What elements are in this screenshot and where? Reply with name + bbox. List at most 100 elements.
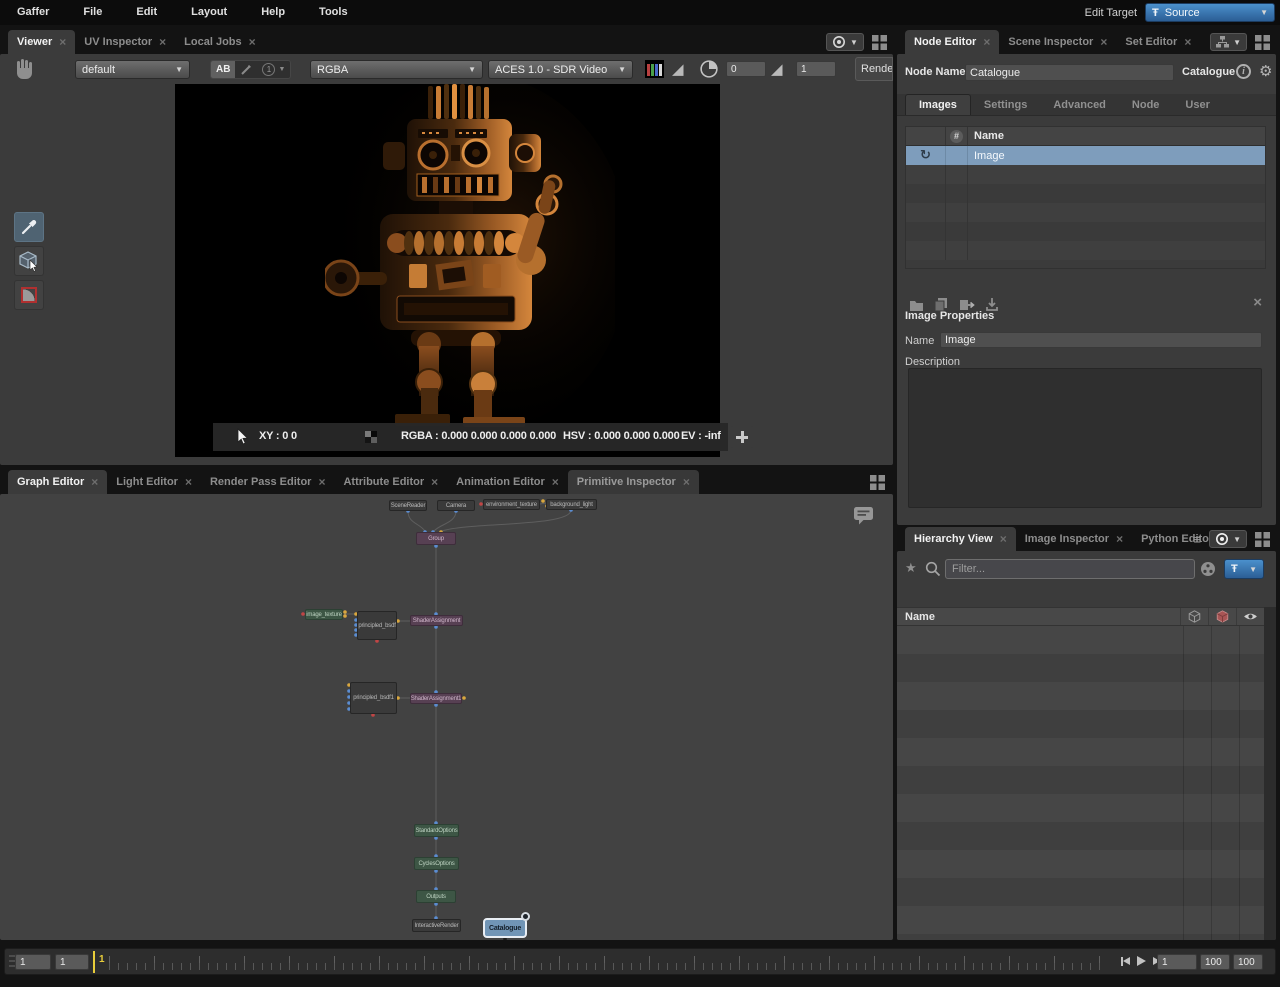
aperture-icon[interactable]	[700, 60, 718, 78]
graph-node[interactable]: SceneReader	[389, 500, 427, 511]
view-select-dropdown[interactable]: default ▼	[75, 60, 190, 79]
name-column-header[interactable]: Name	[968, 130, 1265, 142]
close-icon[interactable]: ×	[431, 476, 438, 488]
graph-node[interactable]: Outputs	[416, 890, 456, 903]
gamma-icon[interactable]: ◢	[771, 62, 783, 77]
tab-uv-inspector[interactable]: UV Inspector ×	[75, 30, 175, 54]
tab-node-editor[interactable]: Node Editor ×	[905, 30, 999, 54]
play-button[interactable]	[1137, 956, 1146, 966]
tab-graph-editor[interactable]: Graph Editor ×	[8, 470, 107, 494]
hierarchy-rows-area[interactable]	[897, 626, 1264, 940]
compare-image-selector[interactable]: 1 ▼	[257, 61, 290, 78]
layout-grid-icon[interactable]	[870, 475, 885, 490]
end-frame-input[interactable]	[1200, 954, 1230, 970]
column-visibility[interactable]	[1236, 608, 1264, 625]
range-end-input[interactable]	[1233, 954, 1263, 970]
remove-image-button[interactable]: ×	[1253, 294, 1262, 311]
exposure-icon[interactable]: ◢	[672, 62, 684, 77]
graph-node[interactable]: Group	[416, 532, 456, 545]
selection-tool-button[interactable]	[14, 246, 44, 276]
close-icon[interactable]: ×	[1000, 533, 1007, 545]
menu-gaffer[interactable]: Gaffer	[0, 0, 66, 25]
close-icon[interactable]: ×	[185, 476, 192, 488]
current-frame-input[interactable]	[1157, 954, 1197, 970]
tab-user[interactable]: User	[1172, 94, 1222, 115]
scene-source-dropdown[interactable]: Ŧ ▼	[1224, 559, 1264, 579]
graph-node[interactable]: ShaderAssignment	[410, 615, 463, 626]
channel-select-dropdown[interactable]: RGBA ▼	[310, 60, 483, 79]
tab-render-pass-editor[interactable]: Render Pass Editor ×	[201, 470, 335, 494]
close-icon[interactable]: ×	[683, 476, 690, 488]
gamma-input[interactable]	[796, 61, 836, 77]
edit-target-dropdown[interactable]: Ŧ Source ▼	[1145, 3, 1275, 22]
tab-scene-inspector[interactable]: Scene Inspector ×	[999, 30, 1116, 54]
close-icon[interactable]: ×	[552, 476, 559, 488]
menu-file[interactable]: File	[66, 0, 119, 25]
tab-settings[interactable]: Settings	[971, 94, 1040, 115]
layout-grid-icon[interactable]	[1255, 532, 1270, 547]
annotation-bubble-icon[interactable]	[853, 506, 875, 526]
column-setmembers[interactable]	[1180, 608, 1208, 625]
graph-node[interactable]: principled_bsdf1	[350, 682, 397, 714]
tab-node[interactable]: Node	[1119, 94, 1173, 115]
menu-layout[interactable]: Layout	[174, 0, 244, 25]
scrollbar-gutter[interactable]	[1264, 607, 1276, 940]
playhead[interactable]	[93, 951, 95, 973]
node-name-input[interactable]	[965, 64, 1174, 81]
property-description-textarea[interactable]	[908, 368, 1262, 508]
close-icon[interactable]: ×	[1116, 533, 1123, 545]
skip-start-button[interactable]	[1121, 957, 1130, 966]
tab-primitive-inspector[interactable]: Primitive Inspector ×	[568, 470, 699, 494]
graph-node[interactable]: background_light	[546, 499, 597, 510]
close-icon[interactable]: ×	[318, 476, 325, 488]
tab-overflow-menu-icon[interactable]: ≡	[1193, 533, 1201, 546]
close-icon[interactable]: ×	[249, 36, 256, 48]
graph-node[interactable]: Camera	[437, 500, 475, 511]
menu-tools[interactable]: Tools	[302, 0, 365, 25]
gear-icon[interactable]: ⚙	[1259, 64, 1272, 79]
hierarchy-focus-button[interactable]: ▼	[1209, 530, 1247, 548]
close-icon[interactable]: ×	[1184, 36, 1191, 48]
tab-set-editor[interactable]: Set Editor ×	[1116, 30, 1200, 54]
viewer-focus-button[interactable]: ▼	[826, 33, 864, 51]
graph-node-selected[interactable]: Catalogue	[483, 918, 527, 938]
tab-attribute-editor[interactable]: Attribute Editor ×	[334, 470, 447, 494]
image-row-selected[interactable]: ↻ Image	[906, 146, 1265, 165]
tab-advanced[interactable]: Advanced	[1040, 94, 1119, 115]
tab-hierarchy-view[interactable]: Hierarchy View ×	[905, 527, 1016, 551]
filter-settings-icon[interactable]	[1200, 561, 1216, 577]
tab-animation-editor[interactable]: Animation Editor ×	[447, 470, 568, 494]
close-icon[interactable]: ×	[983, 36, 990, 48]
bookmarks-star-icon[interactable]: ★	[905, 562, 917, 575]
graph-node[interactable]: environment_texture	[483, 499, 540, 510]
menu-edit[interactable]: Edit	[119, 0, 174, 25]
close-icon[interactable]: ×	[1100, 36, 1107, 48]
info-icon[interactable]: i	[1236, 64, 1251, 79]
compare-ab-button[interactable]: AB	[211, 61, 235, 78]
range-start-input[interactable]	[15, 954, 51, 970]
wipe-icon[interactable]	[235, 61, 257, 78]
graph-canvas[interactable]: SceneReader Camera environment_texture b…	[0, 494, 893, 940]
tab-light-editor[interactable]: Light Editor ×	[107, 470, 201, 494]
editor-focus-button[interactable]: ▼	[1210, 33, 1247, 51]
graph-node[interactable]: image_texture	[305, 609, 343, 620]
close-icon[interactable]: ×	[91, 476, 98, 488]
exposure-input[interactable]	[726, 61, 766, 77]
graph-node[interactable]: StandardOptions	[414, 824, 459, 837]
display-transform-dropdown[interactable]: ACES 1.0 - SDR Video ▼	[488, 60, 633, 79]
crop-window-tool-button[interactable]	[14, 280, 44, 310]
property-name-input[interactable]	[940, 332, 1262, 348]
tab-local-jobs[interactable]: Local Jobs ×	[175, 30, 264, 54]
clipping-icon[interactable]	[645, 60, 664, 78]
graph-node[interactable]: InteractiveRender	[412, 919, 461, 932]
close-icon[interactable]: ×	[59, 36, 66, 48]
range-prev-input[interactable]	[55, 954, 89, 970]
add-readout-button[interactable]	[731, 426, 753, 448]
menu-help[interactable]: Help	[244, 0, 302, 25]
render-button[interactable]: Render	[855, 57, 893, 81]
close-icon[interactable]: ×	[159, 36, 166, 48]
graph-node[interactable]: ShaderAssignment1	[410, 693, 462, 704]
layout-grid-icon[interactable]	[1255, 35, 1270, 50]
layout-grid-icon[interactable]	[872, 35, 887, 50]
tab-viewer[interactable]: Viewer ×	[8, 30, 75, 54]
